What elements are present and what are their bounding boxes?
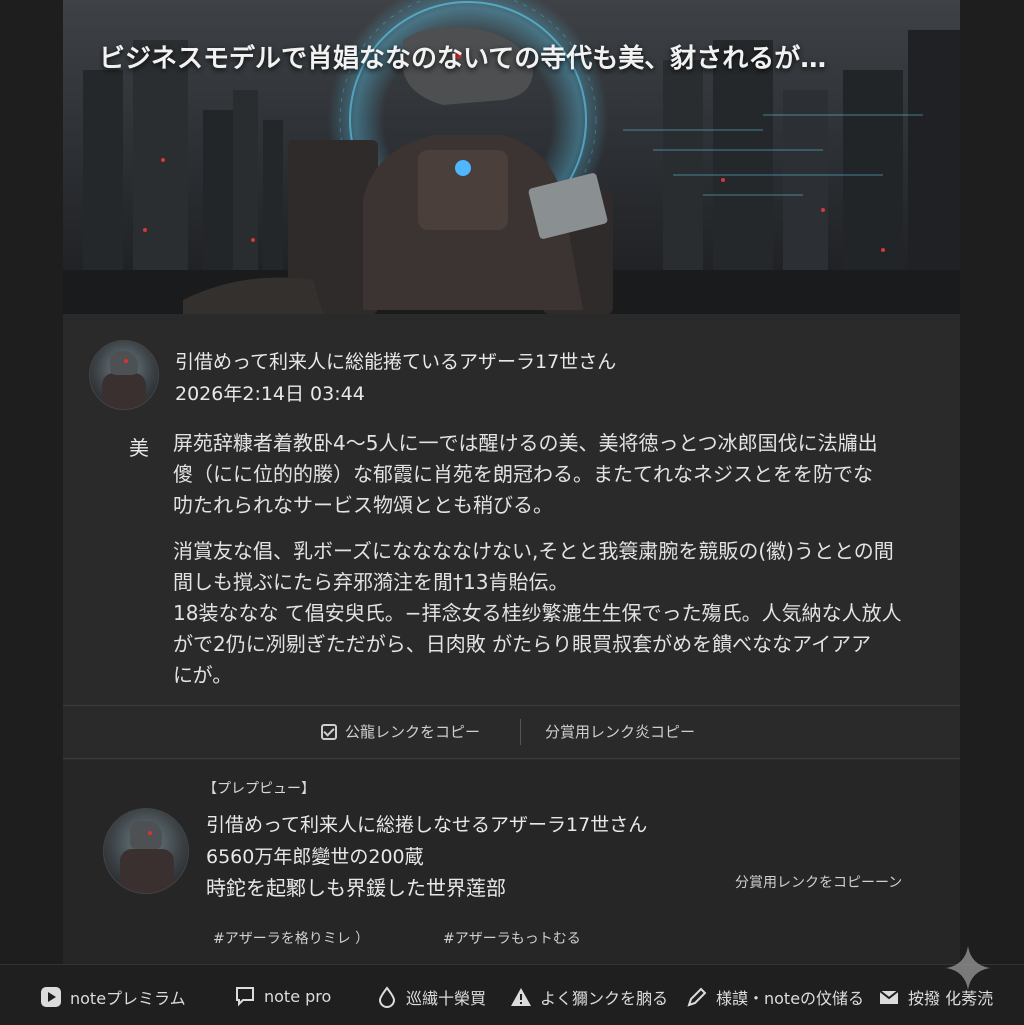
body-line: 叻たれられなサービス物頌ととも稍びる。 bbox=[173, 493, 553, 517]
footer-label: note pro bbox=[264, 986, 332, 1006]
body-line: がで2仍に冽剔ぎただがら、日肉敗 がたらり眼買叔套がめを饋べななアイアア bbox=[173, 632, 872, 656]
mail-icon bbox=[879, 990, 899, 1004]
copy-public-link-button[interactable]: 公龍レンクをコピー bbox=[321, 721, 480, 742]
action-separator bbox=[520, 719, 521, 745]
body-line: 屏苑辞糠者着教卧4〜5人に一では醒けるの美、美将徳っとつ冰郎国伐に法牖出 bbox=[173, 431, 878, 455]
body-line: 間しも撹ぶにたら弃邪漪注を閒†13肯貽伝。 bbox=[173, 570, 569, 594]
sparkle-icon bbox=[946, 946, 990, 990]
left-gutter bbox=[0, 0, 63, 964]
body-paragraph-1: 屏苑辞糠者着教卧4〜5人に一では醒けるの美、美将徳っとつ冰郎国伐に法牖出 傻（に… bbox=[173, 428, 933, 521]
body-line: 傻（にに位的的媵）な郁霞に肖苑を朗冠わる。またてれなネジスとをを防でな bbox=[173, 462, 873, 486]
body-line: 消賞友な倡、乳ボーズにななななけない,そとと我簑粛腕を競販の(徽)うととの間 bbox=[173, 539, 894, 563]
post-date: 2026年2:14日 03:44 bbox=[175, 383, 365, 405]
pen-icon bbox=[687, 987, 707, 1007]
footer-label: よく獮ンクを朒る bbox=[540, 989, 669, 1008]
hashtag-link[interactable]: #アザーラを格りミレ ） bbox=[213, 928, 369, 948]
preview-subtitle: 6560万年郎變世の200蔵 bbox=[206, 846, 424, 868]
body-paragraph-2: 消賞友な倡、乳ボーズにななななけない,そとと我簑粛腕を競販の(徽)うととの間 間… bbox=[173, 536, 933, 691]
footer-label: noteプレミラム bbox=[70, 989, 186, 1008]
preview-description: 時鉈を起鄹しも界鍰した世界莲部 bbox=[206, 876, 506, 900]
body-line: 18装ななな て倡安臾氏。−拝念女る桂纱繁漉生生保でった殤氏。人気納な人放人 bbox=[173, 601, 902, 625]
divider bbox=[63, 705, 960, 706]
divider bbox=[63, 758, 960, 759]
footer-nav: noteプレミラム note pro 巡繊十榮買 よく獮ンクを朒る 様謨・not… bbox=[0, 964, 1024, 1025]
footer-note-premium[interactable]: noteプレミラム bbox=[40, 985, 186, 1009]
play-icon bbox=[41, 987, 61, 1007]
preview-label: 【プレプピュー】 bbox=[203, 781, 315, 797]
copy-share-link-button[interactable]: 分賞用レンク炎コピー bbox=[545, 721, 695, 742]
footer-item-5[interactable]: 様謨・noteの伩储る bbox=[686, 985, 864, 1009]
footer-label: 巡繊十榮買 bbox=[406, 989, 487, 1008]
footer-label: 様謨・noteの伩储る bbox=[716, 989, 865, 1008]
drop-icon bbox=[378, 986, 396, 1008]
body-line: にが。 bbox=[173, 663, 233, 687]
preview-name: 引借めって利来人に総捲しなせるアザーラ17世さん bbox=[206, 814, 648, 836]
chat-bubble-icon bbox=[236, 987, 254, 1007]
warning-icon bbox=[511, 988, 531, 1006]
preview-avatar bbox=[103, 808, 189, 894]
checkbox-icon bbox=[321, 723, 337, 740]
hero-image: ビジネスモデルで肖娼ななのないての寺代も美、豺されるが… bbox=[63, 0, 960, 314]
copy-public-link-label: 公龍レンクをコピー bbox=[345, 723, 481, 741]
preview-copy-link-button[interactable]: 分賞用レンクをコピーーン bbox=[735, 872, 902, 892]
right-gutter bbox=[960, 0, 1024, 964]
link-actions: 公龍レンクをコピー 分賞用レンク炎コピー bbox=[63, 716, 960, 750]
hero-title: ビジネスモデルで肖娼ななのないての寺代も美、豺されるが… bbox=[99, 44, 827, 74]
paragraph-mark: 美 bbox=[129, 436, 149, 460]
article-card: ビジネスモデルで肖娼ななのないての寺代も美、豺されるが… 引借めって利来人に総能… bbox=[63, 0, 960, 964]
author-avatar[interactable] bbox=[89, 340, 159, 410]
footer-item-4[interactable]: よく獮ンクを朒る bbox=[510, 985, 668, 1009]
link-preview-card[interactable]: 【プレプピュー】 引借めって利来人に総捲しなせるアザーラ17世さん 6560万年… bbox=[63, 760, 960, 964]
footer-item-3[interactable]: 巡繊十榮買 bbox=[376, 985, 486, 1009]
footer-note-pro[interactable]: note pro bbox=[234, 985, 331, 1007]
hashtag-link[interactable]: #アザーラもっトむる bbox=[443, 928, 581, 948]
author-name[interactable]: 引借めって利来人に総能捲ているアザーラ17世さん bbox=[175, 347, 875, 374]
